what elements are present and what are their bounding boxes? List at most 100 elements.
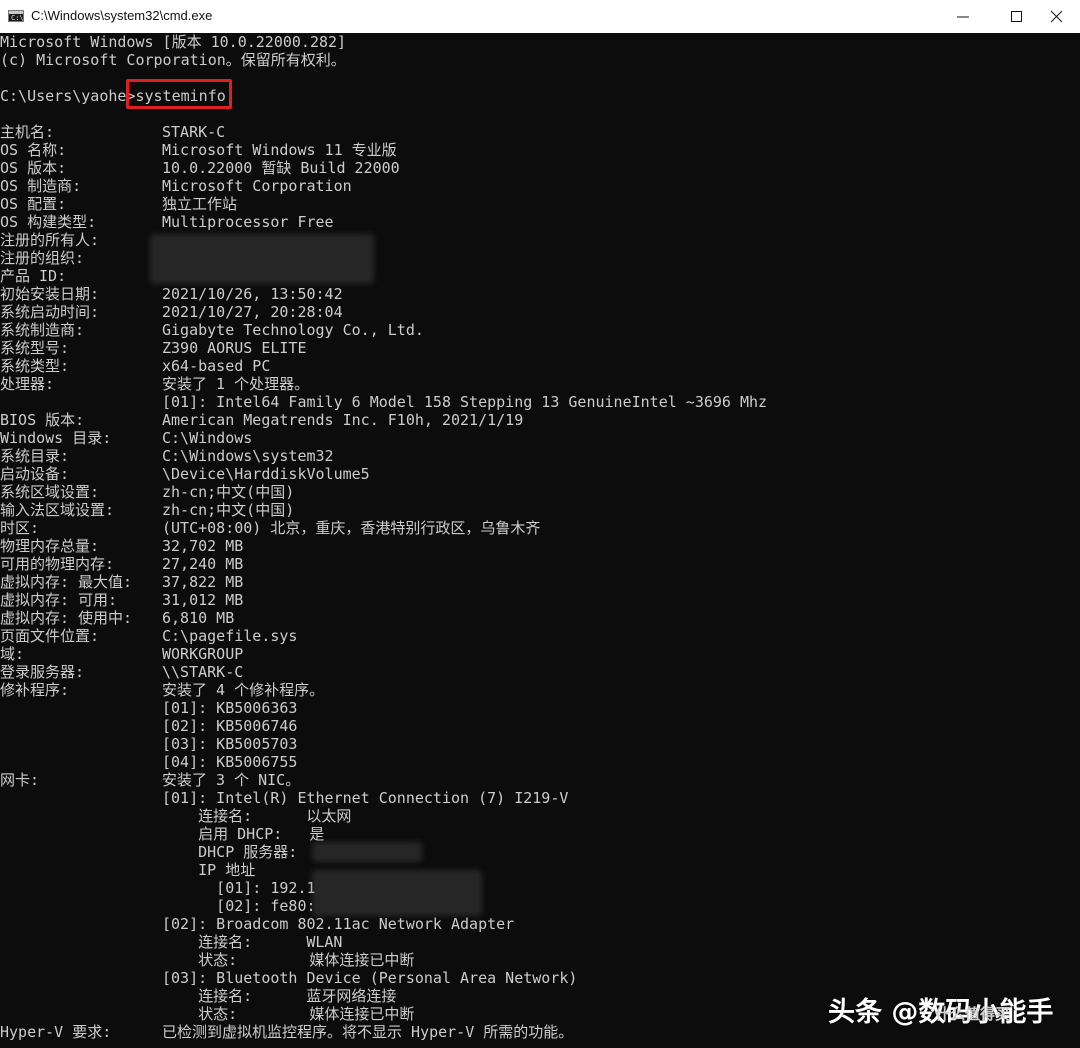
info-row: [02]: fe80:: [0, 897, 1080, 915]
info-row: IP 地址: [0, 861, 1080, 879]
info-row: 页面文件位置: C:\pagefile.sys: [0, 627, 1080, 645]
info-row: 登录服务器: \\STARK-C: [0, 663, 1080, 681]
info-value: [02]: KB5006746: [162, 717, 298, 735]
info-value: (UTC+08:00) 北京，重庆，香港特别行政区，乌鲁木齐: [162, 519, 541, 537]
info-row: 初始安装日期: 2021/10/26, 13:50:42: [0, 285, 1080, 303]
info-row: 网卡: 安装了 3 个 NIC。: [0, 771, 1080, 789]
info-value: 已检测到虚拟机监控程序。将不显示 Hyper-V 所需的功能。: [162, 1023, 574, 1041]
info-row: OS 名称: Microsoft Windows 11 专业版: [0, 141, 1080, 159]
info-row: DHCP 服务器:: [0, 843, 1080, 861]
info-row: 处理器: 安装了 1 个处理器。: [0, 375, 1080, 393]
info-value: x64-based PC: [162, 357, 271, 375]
info-label: 系统制造商:: [0, 321, 85, 339]
info-label: 系统目录:: [0, 447, 70, 465]
info-row: OS 配置: 独立工作站: [0, 195, 1080, 213]
info-value: [02]: fe80:: [162, 897, 316, 915]
info-value: [04]: KB5006755: [162, 753, 298, 771]
info-label: 页面文件位置:: [0, 627, 100, 645]
cmd-app-icon[interactable]: C:\: [8, 10, 24, 22]
info-row: 系统目录: C:\Windows\system32: [0, 447, 1080, 465]
info-row: [01]: KB5006363: [0, 699, 1080, 717]
info-row: [02]: KB5006746: [0, 717, 1080, 735]
info-row: 系统区域设置: zh-cn;中文(中国): [0, 483, 1080, 501]
info-value: 启用 DHCP: 是: [162, 825, 325, 843]
info-row: [03]: Bluetooth Device (Personal Area Ne…: [0, 969, 1080, 987]
info-row: 系统型号: Z390 AORUS ELITE: [0, 339, 1080, 357]
redacted-owner-info: [150, 234, 374, 284]
info-row: 连接名: 以太网: [0, 807, 1080, 825]
info-label: 系统型号:: [0, 339, 70, 357]
info-row: 启动设备: \Device\HarddiskVolume5: [0, 465, 1080, 483]
info-row: 虚拟内存: 使用中: 6,810 MB: [0, 609, 1080, 627]
info-row: [01]: 192.1: [0, 879, 1080, 897]
info-label: BIOS 版本:: [0, 411, 85, 429]
info-row: 物理内存总量: 32,702 MB: [0, 537, 1080, 555]
info-value: \Device\HarddiskVolume5: [162, 465, 370, 483]
info-value: DHCP 服务器:: [162, 843, 298, 861]
info-value: 27,240 MB: [162, 555, 244, 573]
info-row: 输入法区域设置: zh-cn;中文(中国): [0, 501, 1080, 519]
info-label: 登录服务器:: [0, 663, 85, 681]
info-value: Multiprocessor Free: [162, 213, 334, 231]
info-value: 2021/10/26, 13:50:42: [162, 285, 343, 303]
info-row: 系统类型: x64-based PC: [0, 357, 1080, 375]
minimize-button[interactable]: [940, 0, 986, 33]
info-label: 注册的所有人:: [0, 231, 100, 249]
info-value: Z390 AORUS ELITE: [162, 339, 307, 357]
redacted-dhcp-server: [312, 842, 422, 862]
info-value: [01]: Intel(R) Ethernet Connection (7) I…: [162, 789, 569, 807]
info-row: 修补程序: 安装了 4 个修补程序。: [0, 681, 1080, 699]
info-row: 系统启动时间: 2021/10/27, 20:28:04: [0, 303, 1080, 321]
info-value: 10.0.22000 暂缺 Build 22000: [162, 159, 400, 177]
info-label: 修补程序:: [0, 681, 70, 699]
header-line: Microsoft Windows [版本 10.0.22000.282]: [0, 33, 347, 51]
info-value: American Megatrends Inc. F10h, 2021/1/19: [162, 411, 524, 429]
info-row: 启用 DHCP: 是: [0, 825, 1080, 843]
info-value: STARK-C: [162, 123, 226, 141]
info-value: [01]: Intel64 Family 6 Model 158 Steppin…: [162, 393, 768, 411]
info-value: 连接名: WLAN: [162, 933, 343, 951]
watermark-logo: 什么值得买: [935, 1005, 1011, 1023]
close-icon: [1050, 10, 1063, 23]
info-value: 状态: 媒体连接已中断: [162, 951, 415, 969]
close-button[interactable]: [1034, 0, 1080, 33]
header-line: (c) Microsoft Corporation。保留所有权利。: [0, 51, 346, 69]
minimize-icon: [957, 16, 969, 18]
info-value: WORKGROUP: [162, 645, 244, 663]
info-label: Windows 目录:: [0, 429, 112, 447]
info-value: 状态: 媒体连接已中断: [162, 1005, 415, 1023]
title-bar[interactable]: C:\ C:\Windows\system32\cmd.exe: [0, 0, 1080, 34]
info-value: C:\Windows: [162, 429, 253, 447]
info-value: Microsoft Windows 11 专业版: [162, 141, 397, 159]
info-value: [03]: Bluetooth Device (Personal Area Ne…: [162, 969, 578, 987]
info-label: Hyper-V 要求:: [0, 1023, 112, 1041]
info-row: 连接名: WLAN: [0, 933, 1080, 951]
info-label: 系统区域设置:: [0, 483, 100, 501]
info-label: 启动设备:: [0, 465, 70, 483]
info-row: [02]: Broadcom 802.11ac Network Adapter: [0, 915, 1080, 933]
info-row: [04]: KB5006755: [0, 753, 1080, 771]
info-label: OS 构建类型:: [0, 213, 97, 231]
info-row: BIOS 版本: American Megatrends Inc. F10h, 2…: [0, 411, 1080, 429]
info-value: 2021/10/27, 20:28:04: [162, 303, 343, 321]
info-label: OS 名称:: [0, 141, 67, 159]
info-label: 主机名:: [0, 123, 55, 141]
info-value: 32,702 MB: [162, 537, 244, 555]
info-value: 安装了 4 个修补程序。: [162, 681, 325, 699]
info-value: [03]: KB5005703: [162, 735, 298, 753]
maximize-icon: [1011, 11, 1022, 22]
info-value: Microsoft Corporation: [162, 177, 352, 195]
info-row: 主机名: STARK-C: [0, 123, 1080, 141]
info-row: 域: WORKGROUP: [0, 645, 1080, 663]
console-output[interactable]: Microsoft Windows [版本 10.0.22000.282] (c)…: [0, 33, 1080, 1048]
info-label: 虚拟内存: 最大值:: [0, 573, 133, 591]
info-value: 6,810 MB: [162, 609, 235, 627]
info-label: OS 配置:: [0, 195, 67, 213]
info-label: 网卡:: [0, 771, 40, 789]
info-row: 系统制造商: Gigabyte Technology Co., Ltd.: [0, 321, 1080, 339]
info-value: 安装了 1 个处理器。: [162, 375, 310, 393]
info-label: 虚拟内存: 可用:: [0, 591, 118, 609]
info-value: C:\pagefile.sys: [162, 627, 298, 645]
info-label: OS 制造商:: [0, 177, 82, 195]
window-title: C:\Windows\system32\cmd.exe: [31, 8, 213, 23]
